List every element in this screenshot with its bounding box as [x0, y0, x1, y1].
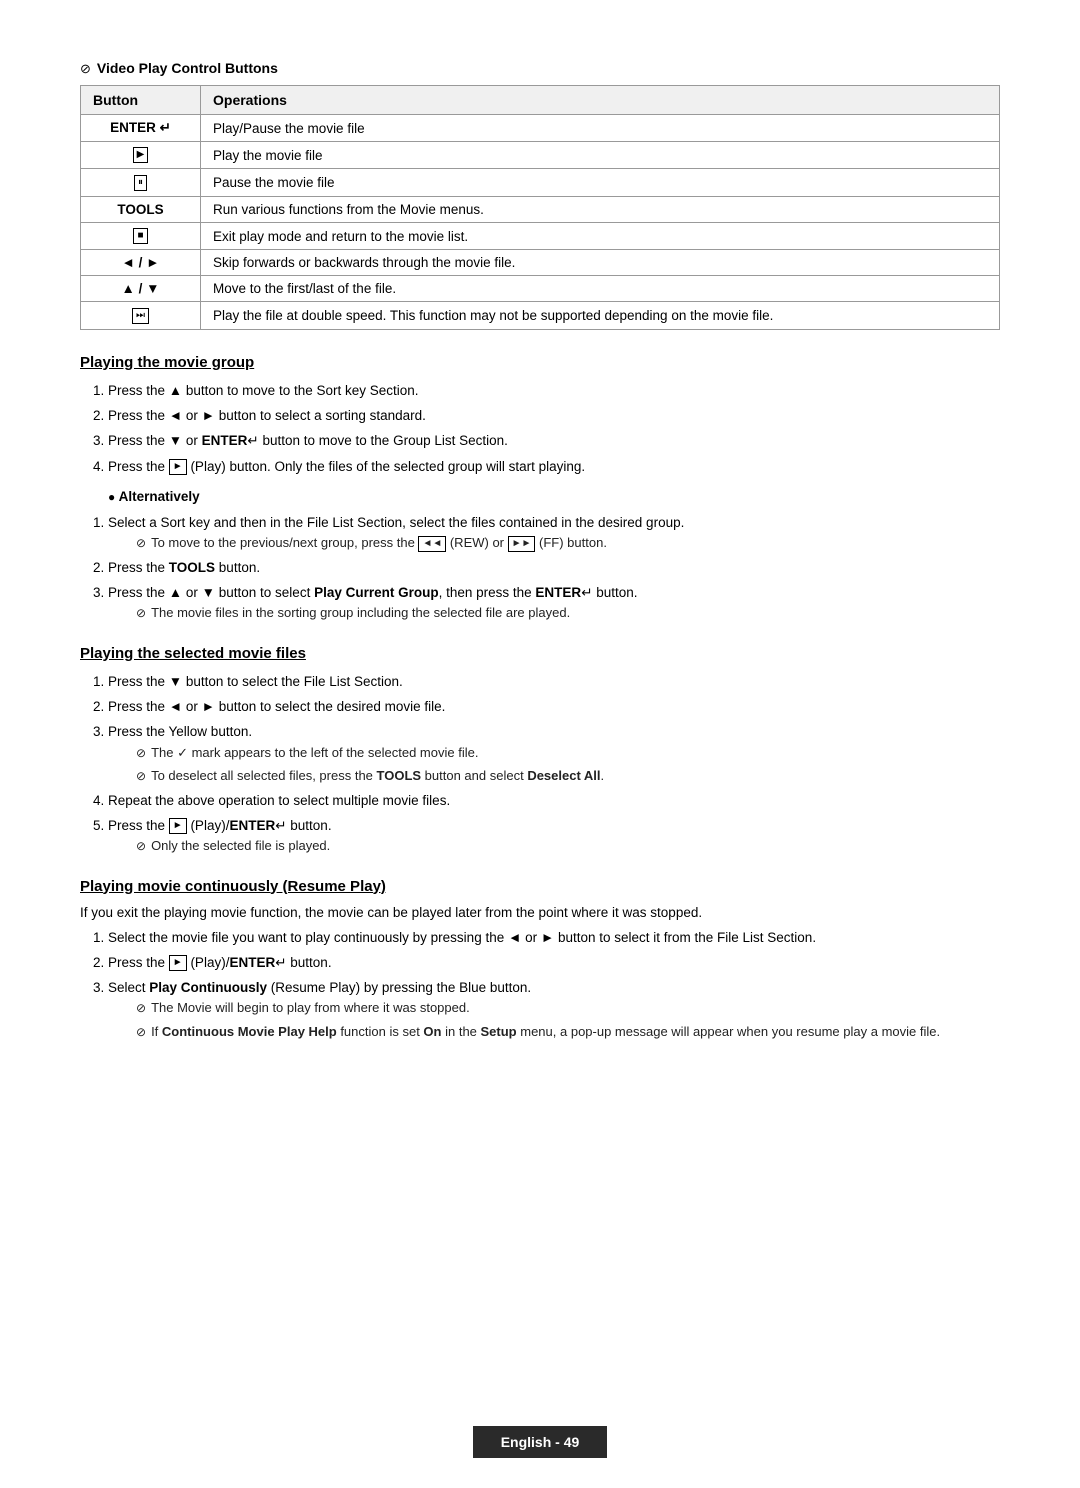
list-item: Press the ► (Play)/ENTER↵ button. ⊘ Only… — [108, 816, 1000, 856]
resume-play-intro: If you exit the playing movie function, … — [80, 905, 1000, 920]
alternatively-steps: Select a Sort key and then in the File L… — [108, 513, 1000, 623]
table-cell-operation: Play the file at double speed. This func… — [201, 302, 1000, 329]
table-cell-operation: Play/Pause the movie file — [201, 115, 1000, 142]
note-icon: ⊘ — [136, 604, 146, 622]
list-item: Press the ▼ button to select the File Li… — [108, 672, 1000, 692]
note-icon: ⊘ — [136, 999, 146, 1017]
list-item: Press the ▲ or ▼ button to select Play C… — [108, 583, 1000, 623]
video-control-table: Button Operations ENTER ↵ Play/Pause the… — [80, 85, 1000, 330]
note-icon: ⊘ — [136, 534, 146, 552]
list-item: Repeat the above operation to select mul… — [108, 791, 1000, 811]
note-text: The ✓ mark appears to the left of the se… — [151, 743, 478, 763]
table-cell-button: ▶ — [81, 142, 201, 169]
table-row: ⏸ Pause the movie file — [81, 169, 1000, 196]
note-line: ⊘ To deselect all selected files, press … — [136, 766, 1000, 786]
movie-group-steps: Press the ▲ button to move to the Sort k… — [108, 381, 1000, 477]
table-section-header: ⊘ Video Play Control Buttons — [80, 60, 1000, 77]
table-header-operations: Operations — [201, 86, 1000, 115]
note-icon: ⊘ — [80, 61, 91, 77]
note-text: The Movie will begin to play from where … — [151, 998, 470, 1018]
table-cell-operation: Move to the first/last of the file. — [201, 276, 1000, 302]
page-content: ⊘ Video Play Control Buttons Button Oper… — [0, 0, 1080, 1151]
list-item: Select a Sort key and then in the File L… — [108, 513, 1000, 553]
note-text: To deselect all selected files, press th… — [151, 766, 604, 786]
table-cell-operation: Run various functions from the Movie men… — [201, 196, 1000, 222]
note-icon: ⊘ — [136, 1023, 146, 1041]
table-cell-button: ⏭ — [81, 302, 201, 329]
note-text: If Continuous Movie Play Help function i… — [151, 1022, 940, 1042]
list-item: Press the ► (Play) button. Only the file… — [108, 457, 1000, 477]
table-cell-button: TOOLS — [81, 196, 201, 222]
table-cell-operation: Skip forwards or backwards through the m… — [201, 250, 1000, 276]
table-header-button: Button — [81, 86, 201, 115]
list-item: Press the ▼ or ENTER↵ button to move to … — [108, 431, 1000, 451]
section-heading-resume-play: Playing movie continuously (Resume Play) — [80, 878, 1000, 895]
resume-play-steps: Select the movie file you want to play c… — [108, 928, 1000, 1042]
table-cell-button: ■ — [81, 222, 201, 249]
note-line: ⊘ To move to the previous/next group, pr… — [136, 533, 1000, 553]
note-text: The movie files in the sorting group inc… — [151, 603, 570, 623]
table-cell-button: ⏸ — [81, 169, 201, 196]
table-cell-operation: Play the movie file — [201, 142, 1000, 169]
table-row: ■ Exit play mode and return to the movie… — [81, 222, 1000, 249]
list-item: Press the ◄ or ► button to select a sort… — [108, 406, 1000, 426]
note-line: ⊘ Only the selected file is played. — [136, 836, 1000, 856]
note-line: ⊘ The ✓ mark appears to the left of the … — [136, 743, 1000, 763]
list-item: Press the ▲ button to move to the Sort k… — [108, 381, 1000, 401]
table-cell-button: ▲ / ▼ — [81, 276, 201, 302]
list-item: Press the ► (Play)/ENTER↵ button. — [108, 953, 1000, 973]
table-cell-operation: Pause the movie file — [201, 169, 1000, 196]
list-item: Press the Yellow button. ⊘ The ✓ mark ap… — [108, 722, 1000, 785]
selected-files-steps: Press the ▼ button to select the File Li… — [108, 672, 1000, 856]
note-icon: ⊘ — [136, 744, 146, 762]
alternatively-label-list: Alternatively — [108, 487, 1000, 507]
note-line: ⊘ If Continuous Movie Play Help function… — [136, 1022, 1000, 1042]
section-heading-movie-group: Playing the movie group — [80, 354, 1000, 371]
note-icon: ⊘ — [136, 767, 146, 785]
list-item: Alternatively — [108, 487, 1000, 507]
list-item: Select Play Continuously (Resume Play) b… — [108, 978, 1000, 1041]
note-text: To move to the previous/next group, pres… — [151, 533, 607, 553]
page-footer: English - 49 — [0, 1426, 1080, 1458]
table-row: TOOLS Run various functions from the Mov… — [81, 196, 1000, 222]
table-cell-operation: Exit play mode and return to the movie l… — [201, 222, 1000, 249]
table-cell-button: ◄ / ► — [81, 250, 201, 276]
section-heading-selected-files: Playing the selected movie files — [80, 645, 1000, 662]
table-title: Video Play Control Buttons — [97, 60, 278, 76]
note-line: ⊘ The Movie will begin to play from wher… — [136, 998, 1000, 1018]
table-row: ◄ / ► Skip forwards or backwards through… — [81, 250, 1000, 276]
page-number: English - 49 — [473, 1426, 608, 1458]
note-line: ⊘ The movie files in the sorting group i… — [136, 603, 1000, 623]
list-item: Select the movie file you want to play c… — [108, 928, 1000, 948]
list-item: Press the ◄ or ► button to select the de… — [108, 697, 1000, 717]
note-icon: ⊘ — [136, 837, 146, 855]
table-cell-button: ENTER ↵ — [81, 115, 201, 142]
note-text: Only the selected file is played. — [151, 836, 330, 856]
table-row: ENTER ↵ Play/Pause the movie file — [81, 115, 1000, 142]
table-row: ▶ Play the movie file — [81, 142, 1000, 169]
list-item: Press the TOOLS button. — [108, 558, 1000, 578]
table-row: ⏭ Play the file at double speed. This fu… — [81, 302, 1000, 329]
table-row: ▲ / ▼ Move to the first/last of the file… — [81, 276, 1000, 302]
